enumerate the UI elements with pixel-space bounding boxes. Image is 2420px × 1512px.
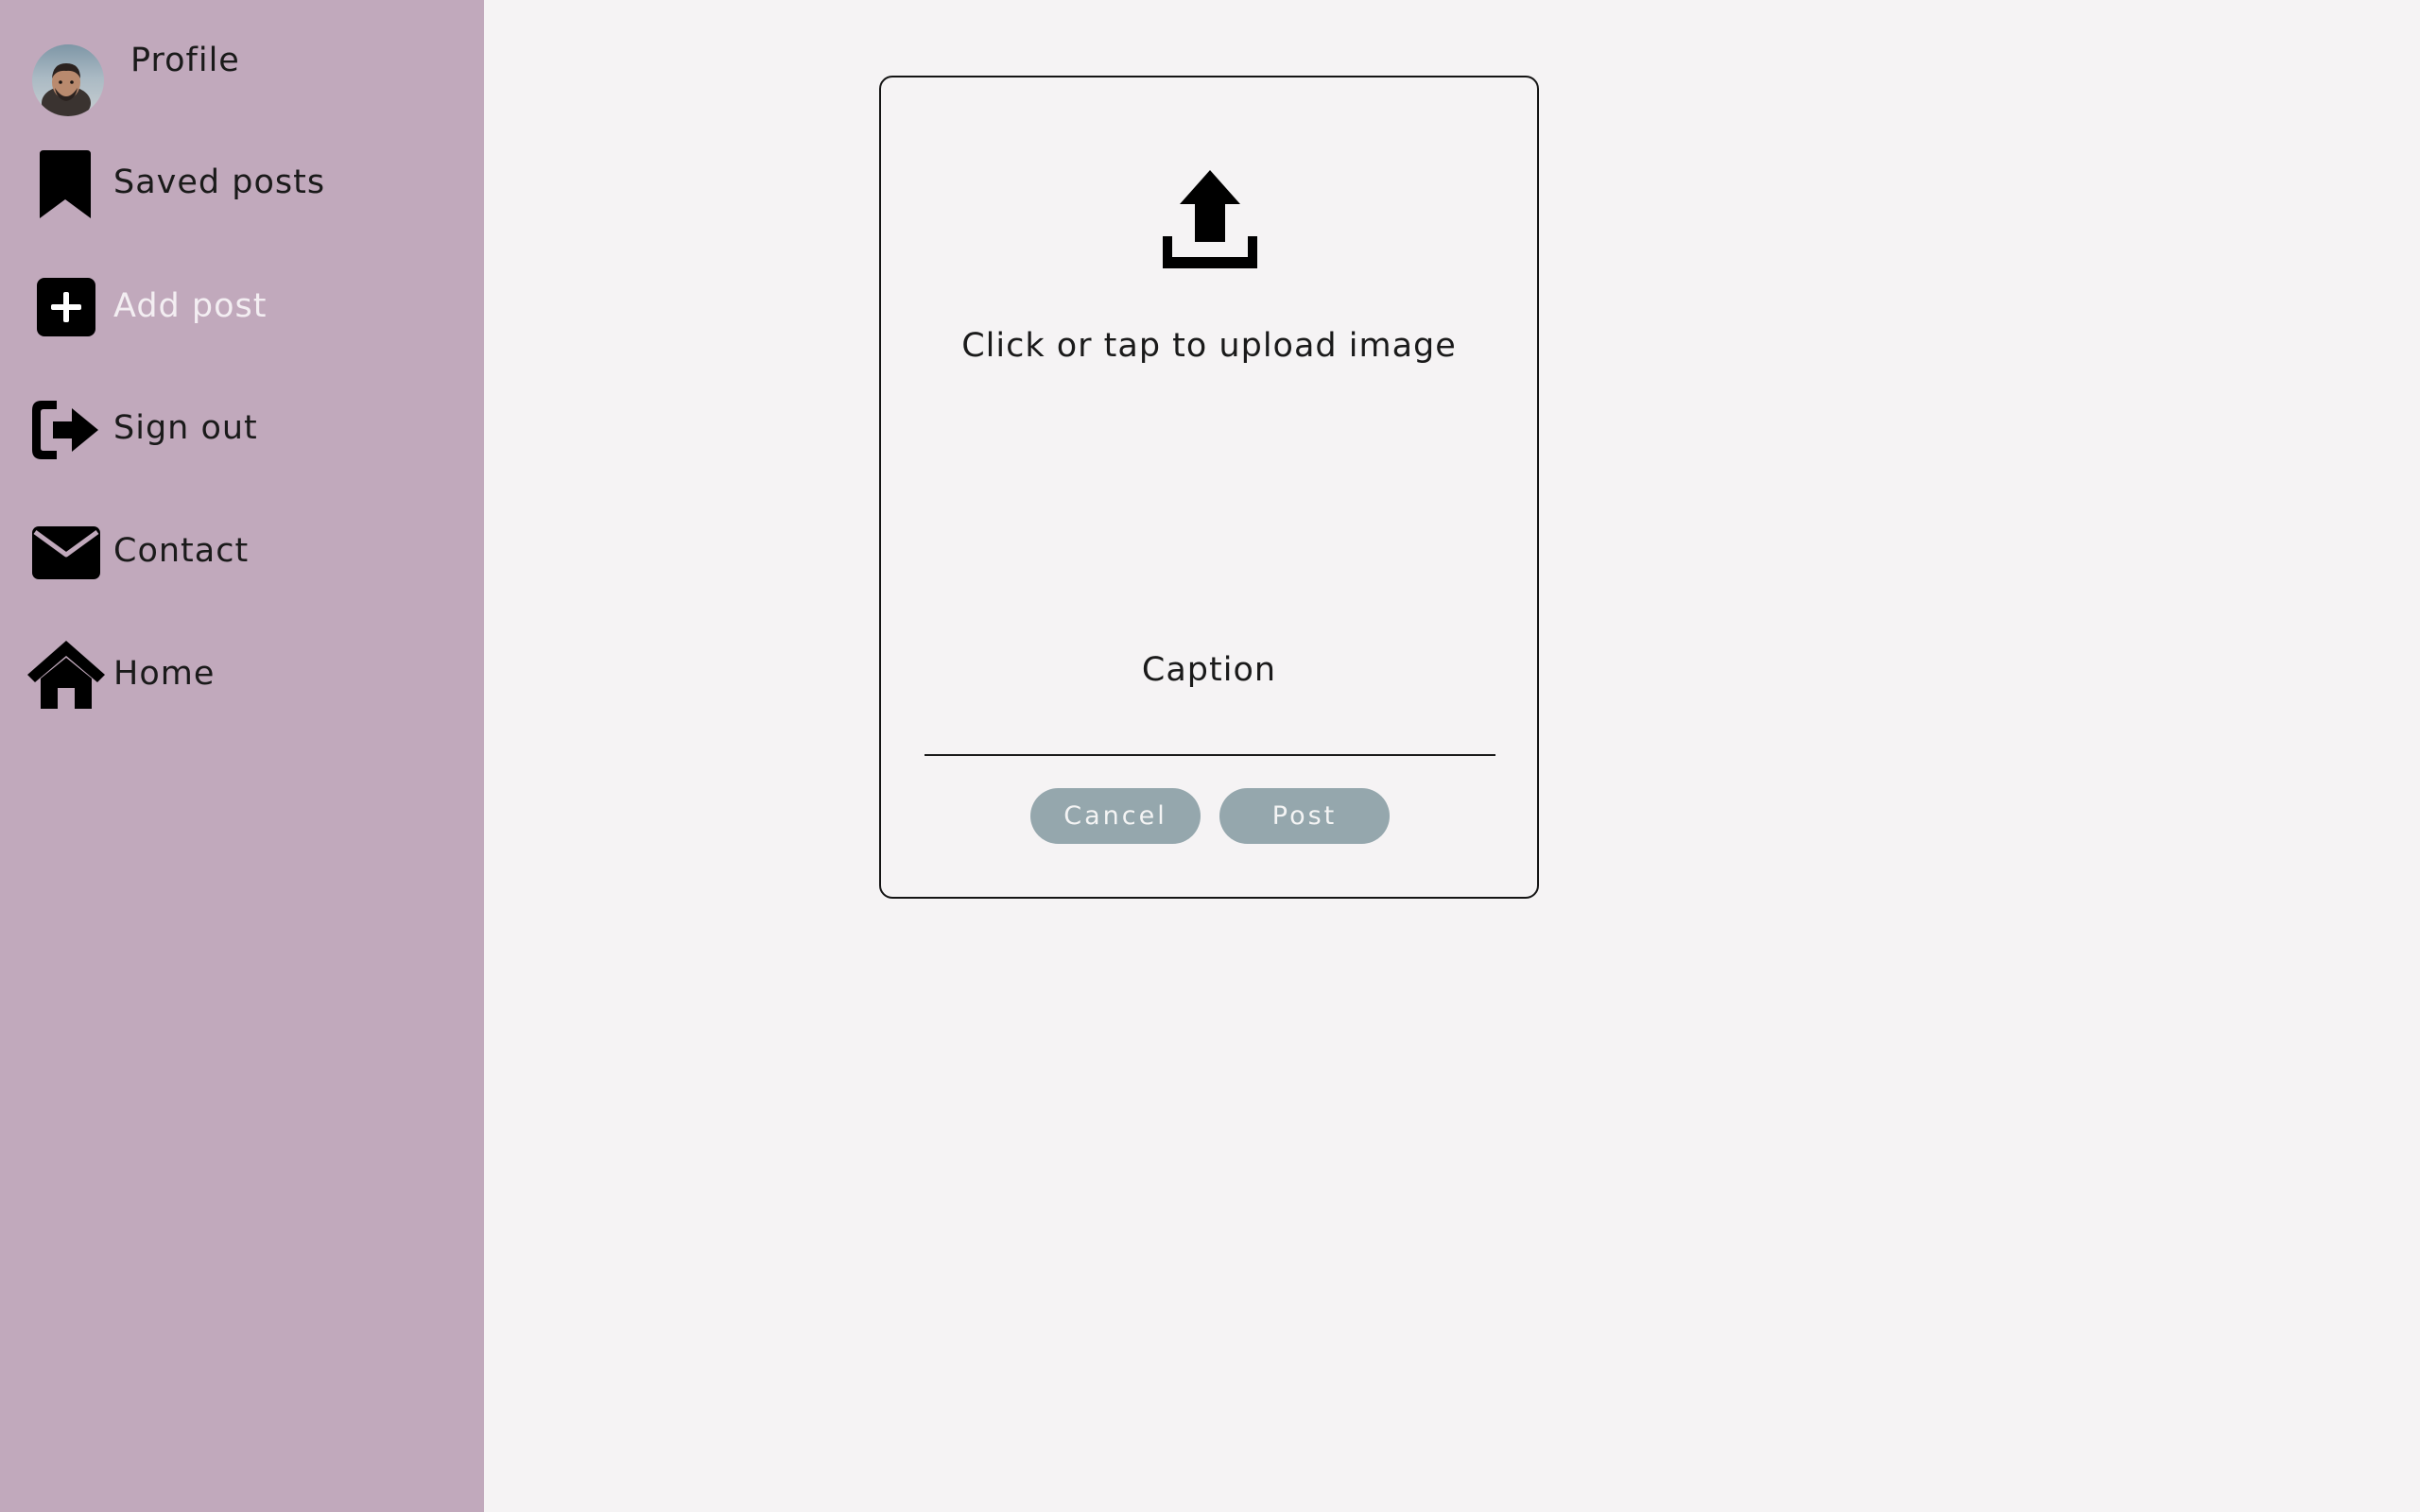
sidebar-item-home[interactable]: Home — [0, 633, 484, 718]
sidebar-item-label: Profile — [130, 42, 240, 79]
sidebar-item-label: Saved posts — [113, 163, 326, 201]
bookmark-icon — [40, 150, 91, 218]
upload-icon — [1163, 170, 1257, 268]
post-button[interactable]: Post — [1219, 788, 1390, 844]
add-post-card: Click or tap to upload image Caption Can… — [879, 76, 1539, 899]
sidebar-item-add-post[interactable]: Add post — [0, 265, 484, 350]
plus-square-icon — [37, 278, 95, 336]
avatar — [32, 44, 104, 116]
sidebar-item-label: Add post — [113, 287, 268, 325]
profile-photo — [42, 63, 91, 116]
sidebar-item-label: Home — [113, 655, 216, 693]
image-upload-area[interactable]: Click or tap to upload image — [881, 77, 1537, 418]
caption-input[interactable] — [925, 701, 1495, 756]
sidebar-item-profile[interactable]: Profile — [0, 19, 484, 116]
home-icon — [27, 641, 105, 709]
sidebar-item-saved-posts[interactable]: Saved posts — [0, 142, 484, 227]
cancel-button[interactable]: Cancel — [1030, 788, 1201, 844]
sidebar-item-contact[interactable]: Contact — [0, 510, 484, 595]
sign-out-icon — [32, 401, 98, 459]
caption-label: Caption — [1141, 651, 1277, 689]
sidebar-item-label: Sign out — [113, 409, 258, 447]
sidebar-item-sign-out[interactable]: Sign out — [0, 387, 484, 472]
envelope-icon — [32, 526, 100, 579]
upload-instruction: Click or tap to upload image — [961, 327, 1457, 365]
sidebar-item-label: Contact — [113, 532, 250, 570]
sidebar: Profile Saved posts Add post Sign out Co… — [0, 0, 484, 1512]
